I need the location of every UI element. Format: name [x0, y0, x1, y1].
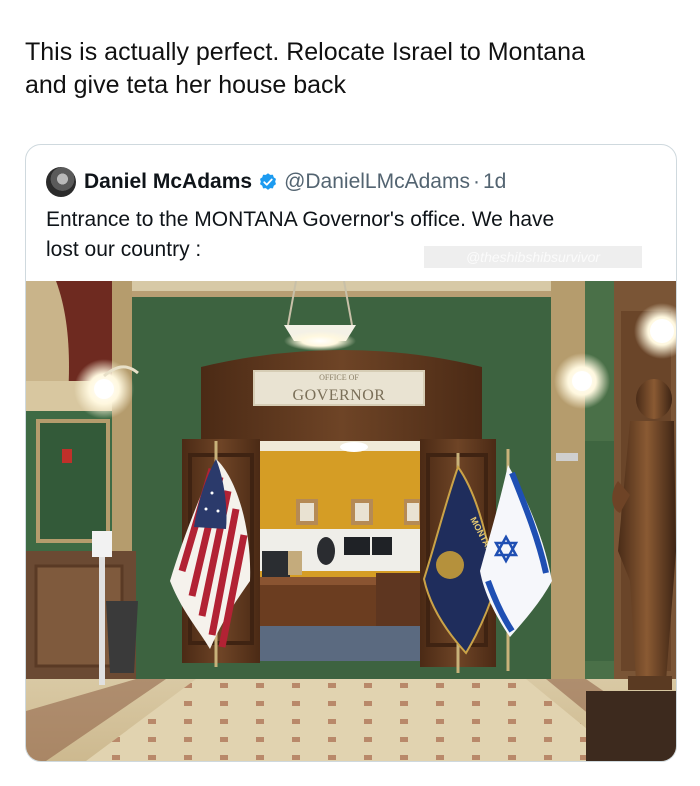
door-sign-text: GOVERNOR [293, 387, 386, 404]
separator-dot: · [472, 170, 480, 193]
watermark: @theshibshibsurvivor [424, 246, 642, 268]
governor-office-photo[interactable]: OFFICE OF GOVERNOR MONTANA [26, 281, 676, 761]
post-text-line-1: This is actually perfect. Relocate Israe… [25, 38, 585, 66]
sign-above-text: OFFICE OF [319, 373, 359, 382]
avatar[interactable] [46, 167, 76, 197]
quoted-tweet-text-line-1: Entrance to the MONTANA Governor's offic… [46, 208, 555, 231]
post-text: This is actually perfect. Relocate Israe… [25, 36, 665, 102]
post-age[interactable]: 1d [483, 170, 506, 194]
post-text-line-2: and give teta her house back [25, 71, 347, 99]
quoted-tweet-header: Daniel McAdams @DanielLMcAdams · 1d [46, 165, 506, 199]
trash-bin [106, 601, 138, 673]
verified-badge-icon [260, 173, 277, 190]
photo-illustration: OFFICE OF GOVERNOR MONTANA [26, 281, 676, 761]
quoted-tweet-card[interactable]: Daniel McAdams @DanielLMcAdams · 1d Entr… [25, 144, 677, 762]
author-name[interactable]: Daniel McAdams [84, 170, 252, 194]
author-handle[interactable]: @DanielLMcAdams [284, 170, 470, 194]
